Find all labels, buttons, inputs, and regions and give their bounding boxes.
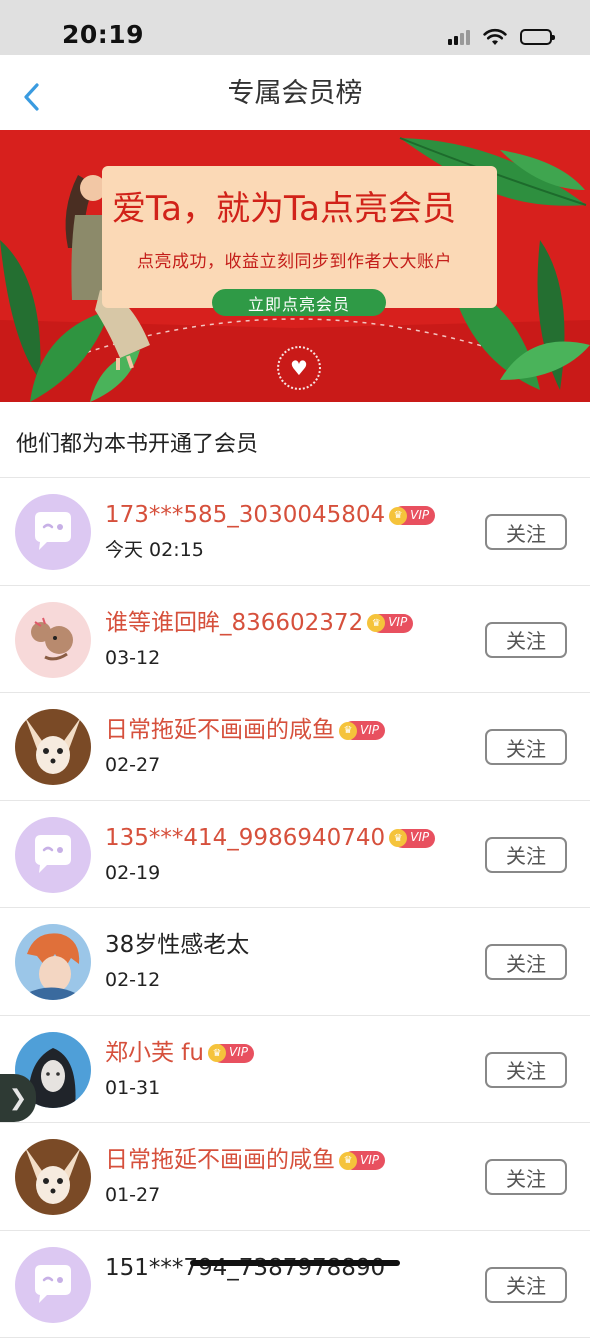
follow-button[interactable]: 关注 <box>485 514 567 550</box>
banner-headline: 爱Ta，就为Ta点亮会员 <box>112 192 456 226</box>
crown-icon: ♛ <box>389 507 407 525</box>
member-name-text: 38岁性感老太 <box>105 932 249 958</box>
banner-subtitle: 点亮成功，收益立刻同步到作者大大账户 <box>137 254 452 271</box>
follow-button[interactable]: 关注 <box>485 1052 567 1088</box>
vip-label: VIP <box>360 724 379 737</box>
promo-banner[interactable]: 爱Ta，就为Ta点亮会员 点亮成功，收益立刻同步到作者大大账户 立即点亮会员 ♥ <box>0 130 590 402</box>
section-title: 他们都为本书开通了会员 <box>16 434 258 456</box>
follow-button[interactable]: 关注 <box>485 944 567 980</box>
member-name[interactable]: 173***585_3030045804♛VIP <box>105 503 435 528</box>
member-row[interactable]: 38岁性感老太 02-12 关注 <box>0 908 590 1016</box>
light-up-vip-button[interactable]: 立即点亮会员 <box>212 289 386 316</box>
vip-badge: ♛VIP <box>393 829 435 848</box>
member-date: 02-27 <box>105 756 160 775</box>
member-name[interactable]: 日常拖延不画画的咸鱼♛VIP <box>105 1148 385 1173</box>
cellular-signal-icon <box>448 29 470 45</box>
status-icons <box>448 26 552 48</box>
member-name[interactable]: 日常拖延不画画的咸鱼♛VIP <box>105 718 385 743</box>
member-row[interactable]: 日常拖延不画画的咸鱼♛VIP02-27关注 <box>0 693 590 801</box>
follow-button[interactable]: 关注 <box>485 729 567 765</box>
vip-label: VIP <box>410 831 429 844</box>
member-row[interactable]: 135***414_9986940740♛VIP02-19关注 <box>0 801 590 909</box>
nav-bar: 专属会员榜 <box>0 55 590 130</box>
chat-bubble-avatar[interactable] <box>15 494 91 570</box>
vip-badge: ♛VIP <box>343 721 385 740</box>
member-date: 01-27 <box>105 1186 160 1205</box>
follow-button[interactable]: 关注 <box>485 1159 567 1195</box>
crown-icon: ♛ <box>389 829 407 847</box>
member-row[interactable]: 谁等谁回眸_836602372♛VIP03-12关注 <box>0 586 590 694</box>
battery-icon <box>520 29 552 45</box>
heart-seal-icon: ♥ <box>277 346 321 390</box>
member-row[interactable]: 173***585_3030045804♛VIP今天 02:15关注 <box>0 478 590 586</box>
member-name-text: 谁等谁回眸_836602372 <box>105 610 363 636</box>
member-row[interactable]: 郑小芙 fu♛VIP01-31关注 <box>0 1016 590 1124</box>
crown-icon: ♛ <box>339 1152 357 1170</box>
vip-badge: ♛VIP <box>371 614 413 633</box>
vip-label: VIP <box>229 1046 248 1059</box>
member-date: 03-12 <box>105 649 160 668</box>
member-name[interactable]: 38岁性感老太 <box>105 933 249 958</box>
vip-label: VIP <box>388 616 407 629</box>
fox-avatar[interactable] <box>15 1139 91 1215</box>
wifi-icon <box>483 28 507 46</box>
member-name[interactable]: 郑小芙 fu♛VIP <box>105 1041 254 1066</box>
member-row[interactable]: 151***794_7387978890 关注 <box>0 1231 590 1338</box>
vip-label: VIP <box>410 509 429 522</box>
fox-avatar[interactable] <box>15 709 91 785</box>
page-title: 专属会员榜 <box>0 80 590 107</box>
home-indicator <box>190 1260 400 1266</box>
member-list: 173***585_3030045804♛VIP今天 02:15关注谁等谁回眸_… <box>0 478 590 1338</box>
cartoon-mouse-avatar[interactable] <box>15 602 91 678</box>
member-name-text: 135***414_9986940740 <box>105 825 385 851</box>
member-date: 02-19 <box>105 864 160 883</box>
vip-badge: ♛VIP <box>343 1151 385 1170</box>
chat-bubble-avatar[interactable] <box>15 817 91 893</box>
status-time: 20:19 <box>62 22 144 47</box>
crown-icon: ♛ <box>208 1044 226 1062</box>
member-name-text: 173***585_3030045804 <box>105 502 385 528</box>
follow-button[interactable]: 关注 <box>485 622 567 658</box>
member-name-text: 郑小芙 fu <box>105 1040 204 1066</box>
vip-badge: ♛VIP <box>393 506 435 525</box>
member-name[interactable]: 135***414_9986940740♛VIP <box>105 826 435 851</box>
anime-avatar[interactable] <box>15 924 91 1000</box>
chat-bubble-avatar[interactable] <box>15 1247 91 1323</box>
member-row[interactable]: 日常拖延不画画的咸鱼♛VIP01-27关注 <box>0 1123 590 1231</box>
member-name-text: 151***794_7387978890 <box>105 1255 385 1281</box>
vip-badge: ♛VIP <box>212 1044 254 1063</box>
crown-icon: ♛ <box>367 614 385 632</box>
member-date: 02-12 <box>105 971 160 990</box>
member-date: 01-31 <box>105 1079 160 1098</box>
crown-icon: ♛ <box>339 722 357 740</box>
member-name[interactable]: 谁等谁回眸_836602372♛VIP <box>105 611 413 636</box>
member-date: 今天 02:15 <box>105 541 204 560</box>
status-bar: 20:19 <box>0 0 590 55</box>
member-name-text: 日常拖延不画画的咸鱼 <box>105 1147 335 1173</box>
member-name-text: 日常拖延不画画的咸鱼 <box>105 717 335 743</box>
follow-button[interactable]: 关注 <box>485 837 567 873</box>
vip-label: VIP <box>360 1154 379 1167</box>
follow-button[interactable]: 关注 <box>485 1267 567 1303</box>
banner-card <box>102 166 497 308</box>
